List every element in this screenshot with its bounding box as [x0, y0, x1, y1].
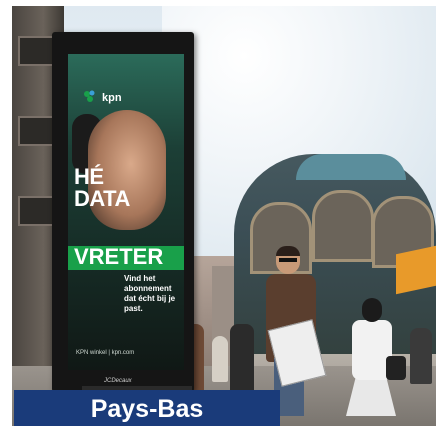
man-hair: [276, 246, 300, 256]
ad-headline-line: HÉ: [74, 164, 104, 189]
photo-frame: JCDecaux kpn HÉ DATA VRETER Vind het abo…: [0, 0, 440, 430]
sunglasses: [279, 258, 297, 262]
market-awning: [396, 245, 436, 295]
ad-headline-line: VRETER: [74, 244, 164, 269]
woman-skirt: [346, 376, 396, 416]
ad-footer: KPN winkel | kpn.com: [76, 350, 135, 356]
billboard-ad: kpn HÉ DATA VRETER Vind het abonnement d…: [68, 54, 184, 370]
ad-brand: kpn: [102, 92, 122, 104]
country-caption: Pays-Bas: [90, 395, 204, 423]
operator-label: JCDecaux: [104, 378, 132, 384]
ad-tagline: Vind het abonnement dat écht bij je past…: [124, 274, 176, 313]
dome-roof: [296, 154, 406, 180]
street-photo: JCDecaux kpn HÉ DATA VRETER Vind het abo…: [12, 6, 436, 426]
pedestrian: [212, 336, 228, 382]
woman-walking: [342, 298, 406, 416]
pedestrian: [410, 328, 432, 384]
caption-banner: Pays-Bas: [14, 390, 280, 426]
kpn-logo-icon: [84, 90, 95, 102]
pedestrian: [230, 324, 254, 396]
woman-headscarf: [362, 298, 382, 322]
ad-headline-line: DATA: [74, 186, 130, 211]
ad-headline: HÉ DATA: [74, 166, 130, 210]
handbag: [386, 356, 406, 380]
